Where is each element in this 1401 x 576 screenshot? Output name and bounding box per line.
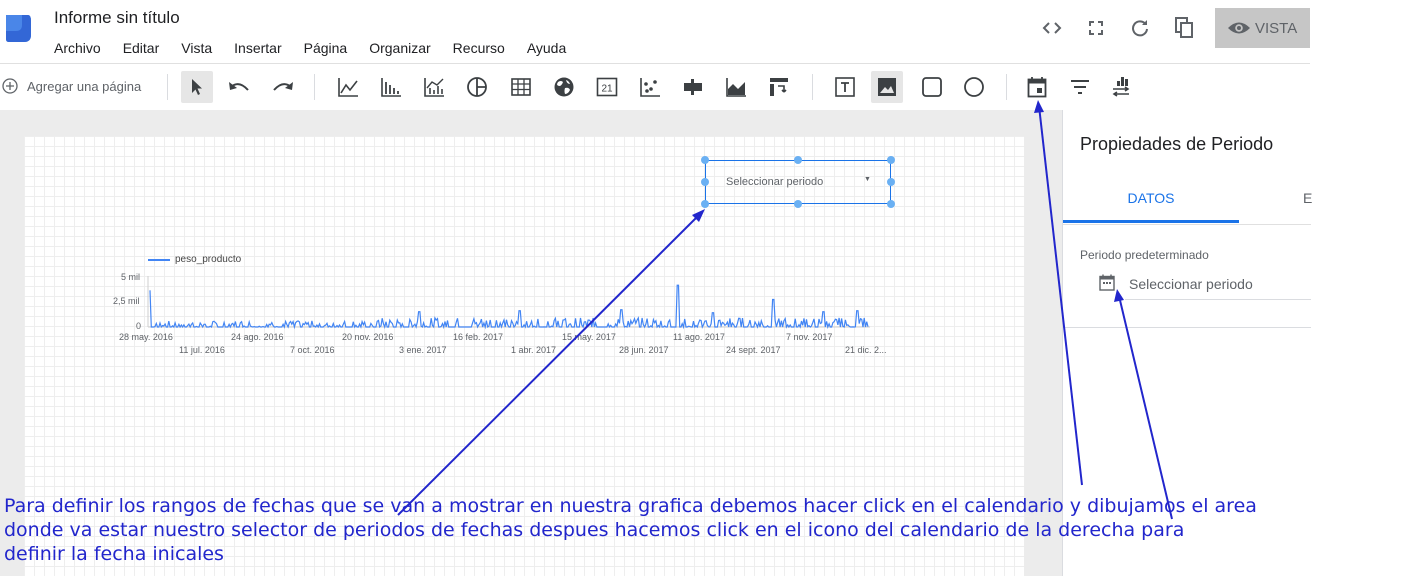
annotation-line: Para definir los rangos de fechas que se… (4, 495, 1257, 517)
annotation-text: Para definir los rangos de fechas que se… (4, 494, 1257, 566)
annotation-line: definir la fecha inicales (4, 543, 224, 565)
annotation-arrows (397, 100, 1173, 520)
arrow-head (1114, 289, 1124, 302)
arrow-to-date-control (397, 211, 703, 516)
arrow-to-toolbar-calendar (1038, 105, 1083, 486)
arrow-head (1034, 100, 1044, 113)
annotation-line: donde va estar nuestro selector de perio… (4, 519, 1185, 541)
arrow-to-panel-calendar (1118, 295, 1173, 520)
